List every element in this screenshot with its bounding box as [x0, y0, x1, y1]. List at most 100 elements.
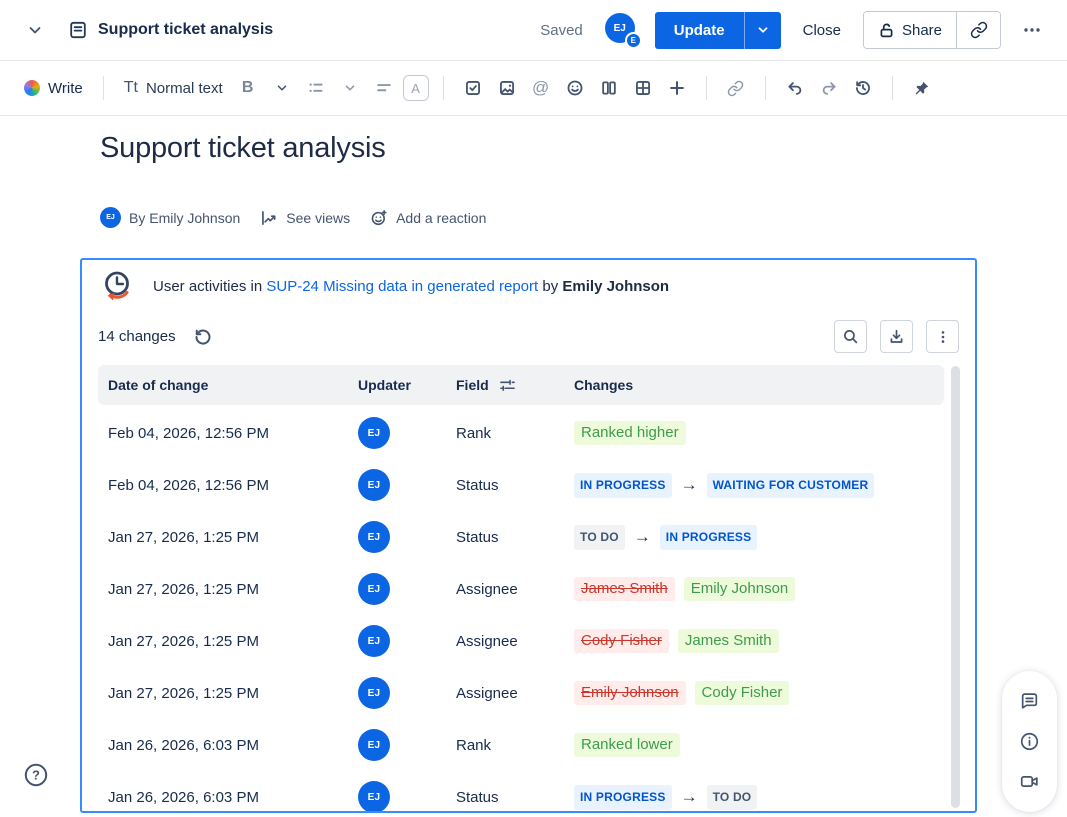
text-style-dropdown[interactable]: Tt Normal text	[118, 75, 229, 101]
filter-icon[interactable]	[499, 377, 516, 394]
download-button[interactable]	[880, 320, 913, 353]
more-vertical-icon	[935, 329, 951, 345]
chevron-down-icon	[27, 22, 43, 38]
widget-title: User activities in SUP-24 Missing data i…	[153, 278, 669, 295]
clock-history-icon	[98, 268, 134, 304]
update-button[interactable]: Update	[655, 12, 744, 49]
add-reaction-label: Add a reaction	[396, 210, 486, 226]
ai-write-button[interactable]: Write	[18, 76, 89, 101]
avatar-badge: E	[625, 32, 642, 49]
insert-table-button[interactable]	[628, 73, 658, 103]
header-field-label: Field	[456, 377, 489, 393]
text-color-button[interactable]: A	[403, 75, 429, 101]
row-date: Jan 27, 2026, 1:25 PM	[98, 529, 348, 546]
row-field: Assignee	[446, 581, 564, 598]
help-button[interactable]: ?	[21, 760, 51, 790]
mention-icon: @	[532, 78, 549, 98]
row-updater: EJ	[348, 781, 446, 813]
comments-button[interactable]	[1015, 686, 1045, 716]
mention-button[interactable]: @	[526, 73, 556, 103]
author-avatar: EJ	[100, 207, 121, 228]
info-button[interactable]	[1015, 726, 1045, 756]
change-badge: Emily Johnson	[574, 681, 686, 706]
update-dropdown-button[interactable]	[744, 12, 781, 49]
row-field: Status	[446, 529, 564, 546]
updater-avatar[interactable]: EJ	[358, 417, 390, 449]
history-icon	[854, 79, 872, 97]
saved-status: Saved	[540, 22, 583, 39]
pin-toolbar-button[interactable]	[907, 73, 937, 103]
toolbar-divider	[103, 76, 104, 100]
write-label: Write	[48, 80, 83, 97]
video-button[interactable]	[1015, 767, 1045, 797]
updater-avatar[interactable]: EJ	[358, 729, 390, 761]
see-views-button[interactable]: See views	[260, 209, 350, 227]
updater-avatar[interactable]: EJ	[358, 625, 390, 657]
search-button[interactable]	[834, 320, 867, 353]
svg-text:?: ?	[32, 768, 40, 783]
change-badge: TO DO	[707, 785, 758, 810]
change-badge: James Smith	[574, 577, 675, 602]
byline: EJ By Emily Johnson See views Add a reac…	[100, 207, 486, 228]
version-history-button[interactable]	[848, 73, 878, 103]
info-icon	[1019, 731, 1040, 752]
bold-button[interactable]: B	[233, 73, 263, 103]
updater-avatar[interactable]: EJ	[358, 781, 390, 813]
updater-avatar[interactable]: EJ	[358, 469, 390, 501]
share-group: Share	[863, 11, 1001, 49]
updater-avatar[interactable]: EJ	[358, 677, 390, 709]
emoji-button[interactable]	[560, 73, 590, 103]
align-left-icon	[375, 79, 393, 97]
insert-more-button[interactable]	[662, 73, 692, 103]
plus-icon	[668, 79, 686, 97]
updater-avatar[interactable]: EJ	[358, 573, 390, 605]
close-button[interactable]: Close	[803, 22, 841, 39]
alignment-button[interactable]	[369, 73, 399, 103]
refresh-button[interactable]	[188, 322, 218, 352]
list-dropdown[interactable]	[335, 73, 365, 103]
redo-button[interactable]	[814, 73, 844, 103]
text-format-dropdown[interactable]	[267, 73, 297, 103]
row-updater: EJ	[348, 625, 446, 657]
add-reaction-button[interactable]: Add a reaction	[370, 209, 486, 227]
page-title: Support ticket analysis	[100, 132, 386, 165]
change-badge: Cody Fisher	[574, 629, 669, 654]
table-row: Jan 27, 2026, 1:25 PMEJAssigneeEmily Joh…	[98, 667, 944, 719]
more-horizontal-icon	[1022, 20, 1042, 40]
change-badge: IN PROGRESS	[574, 785, 672, 810]
undo-button[interactable]	[780, 73, 810, 103]
row-date: Jan 27, 2026, 1:25 PM	[98, 633, 348, 650]
insert-image-button[interactable]	[492, 73, 522, 103]
bullet-list-icon	[307, 79, 325, 97]
collapse-chevron-button[interactable]	[20, 15, 50, 45]
layouts-button[interactable]	[594, 73, 624, 103]
row-field: Rank	[446, 425, 564, 442]
row-updater: EJ	[348, 417, 446, 449]
insert-link-button[interactable]	[721, 73, 751, 103]
issue-link[interactable]: SUP-24 Missing data in generated report	[266, 278, 538, 295]
row-field: Assignee	[446, 685, 564, 702]
task-list-button[interactable]	[458, 73, 488, 103]
editor-toolbar: Write Tt Normal text B	[0, 61, 1067, 116]
download-icon	[888, 328, 905, 345]
toolbar-divider	[765, 76, 766, 100]
columns-icon	[600, 79, 618, 97]
top-bar: Support ticket analysis Saved EJ E Updat…	[0, 0, 1067, 61]
bullet-list-button[interactable]	[301, 73, 331, 103]
row-field: Status	[446, 789, 564, 806]
change-badge: Ranked higher	[574, 421, 686, 446]
updater-avatar[interactable]: EJ	[358, 521, 390, 553]
table-scrollbar[interactable]	[951, 366, 960, 808]
copy-link-button[interactable]	[956, 12, 1000, 48]
byline-author[interactable]: EJ By Emily Johnson	[100, 207, 240, 228]
share-button[interactable]: Share	[864, 12, 956, 48]
row-changes: Cody FisherJames Smith	[564, 629, 944, 654]
row-field: Rank	[446, 737, 564, 754]
change-badge: Ranked lower	[574, 733, 680, 758]
more-actions-button[interactable]	[1017, 15, 1047, 45]
row-date: Jan 26, 2026, 6:03 PM	[98, 789, 348, 806]
user-activities-widget[interactable]: User activities in SUP-24 Missing data i…	[80, 258, 977, 813]
widget-more-button[interactable]	[926, 320, 959, 353]
table-row: Jan 26, 2026, 6:03 PMEJRankRanked lower	[98, 719, 944, 771]
current-user-avatar[interactable]: EJ E	[605, 13, 639, 47]
